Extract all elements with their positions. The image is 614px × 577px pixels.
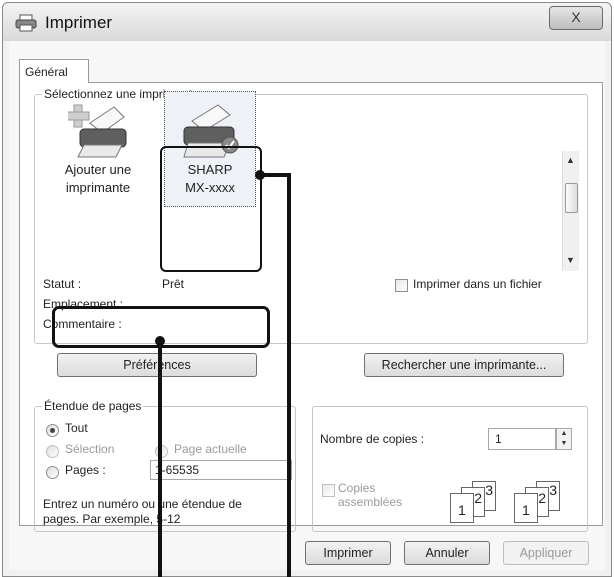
range-all-label[interactable]: Tout xyxy=(65,421,88,435)
tab-general[interactable]: Général xyxy=(19,59,89,83)
callout-line-preferences xyxy=(158,342,162,577)
cancel-button[interactable]: Annuler xyxy=(404,541,490,565)
printer-list-scrollbar[interactable]: ▲ ▼ xyxy=(562,151,579,271)
collate-label-line2[interactable]: assemblées xyxy=(338,495,402,509)
scroll-down-icon[interactable]: ▼ xyxy=(566,255,575,265)
collate-digit: 1 xyxy=(522,502,530,518)
range-pages-label[interactable]: Pages : xyxy=(65,463,106,477)
collate-label-line1[interactable]: Copies xyxy=(338,481,375,495)
printer-title-icon xyxy=(15,14,37,32)
apply-button[interactable]: Appliquer xyxy=(503,541,589,565)
range-all-radio[interactable] xyxy=(46,424,59,437)
range-pages-radio[interactable] xyxy=(46,466,59,479)
collate-checkbox[interactable] xyxy=(322,484,335,497)
copies-spinner[interactable]: 1 ▲ ▼ xyxy=(488,428,574,450)
add-printer-icon xyxy=(68,104,127,158)
copies-input[interactable]: 1 xyxy=(488,428,556,450)
status-label: Statut : xyxy=(43,277,82,291)
spinner-arrows-icon[interactable]: ▲ ▼ xyxy=(556,428,572,450)
title-bar: Imprimer X xyxy=(3,3,611,41)
close-button[interactable]: X xyxy=(549,6,603,30)
collate-digit: 2 xyxy=(474,490,482,506)
print-dialog: Imprimer X Général Sélectionnez une impr… xyxy=(2,2,612,577)
collate-digit: 3 xyxy=(485,482,493,498)
window-title: Imprimer xyxy=(45,13,113,32)
preferences-button[interactable]: Préférences xyxy=(57,353,257,377)
print-to-file-checkbox[interactable] xyxy=(395,279,408,292)
range-hint-line1: Entrez un numéro ou une étendue de xyxy=(43,497,242,511)
find-printer-button[interactable]: Rechercher une imprimante... xyxy=(364,353,564,377)
collate-digit: 2 xyxy=(538,490,546,506)
general-panel: Sélectionnez une imprimante Ajouter une … xyxy=(19,82,603,532)
print-button[interactable]: Imprimer xyxy=(305,541,391,565)
printer-highlight-frame xyxy=(160,146,262,272)
status-value: Prêt xyxy=(162,277,185,291)
scroll-up-icon[interactable]: ▲ xyxy=(566,155,575,165)
printer-item-add[interactable]: Ajouter une imprimante xyxy=(48,103,148,203)
copies-label: Nombre de copies : xyxy=(320,432,425,446)
scroll-thumb[interactable] xyxy=(565,183,578,213)
collated-pages-icon: 3 2 1 xyxy=(514,481,590,523)
collate-digit: 1 xyxy=(458,502,466,518)
callout-line-printer-v xyxy=(287,173,291,577)
printer-add-line1: Ajouter une xyxy=(64,162,132,177)
collate-digit: 3 xyxy=(549,482,557,498)
printer-add-line2: imprimante xyxy=(65,180,131,195)
range-selection-label[interactable]: Sélection xyxy=(65,442,114,456)
range-current-page-label[interactable]: Page actuelle xyxy=(174,442,247,456)
range-selection-radio[interactable] xyxy=(46,445,59,458)
pages-input[interactable]: 1-65535 xyxy=(150,460,292,480)
print-to-file-label[interactable]: Imprimer dans un fichier xyxy=(413,277,542,291)
page-range-label: Étendue de pages xyxy=(42,399,144,413)
